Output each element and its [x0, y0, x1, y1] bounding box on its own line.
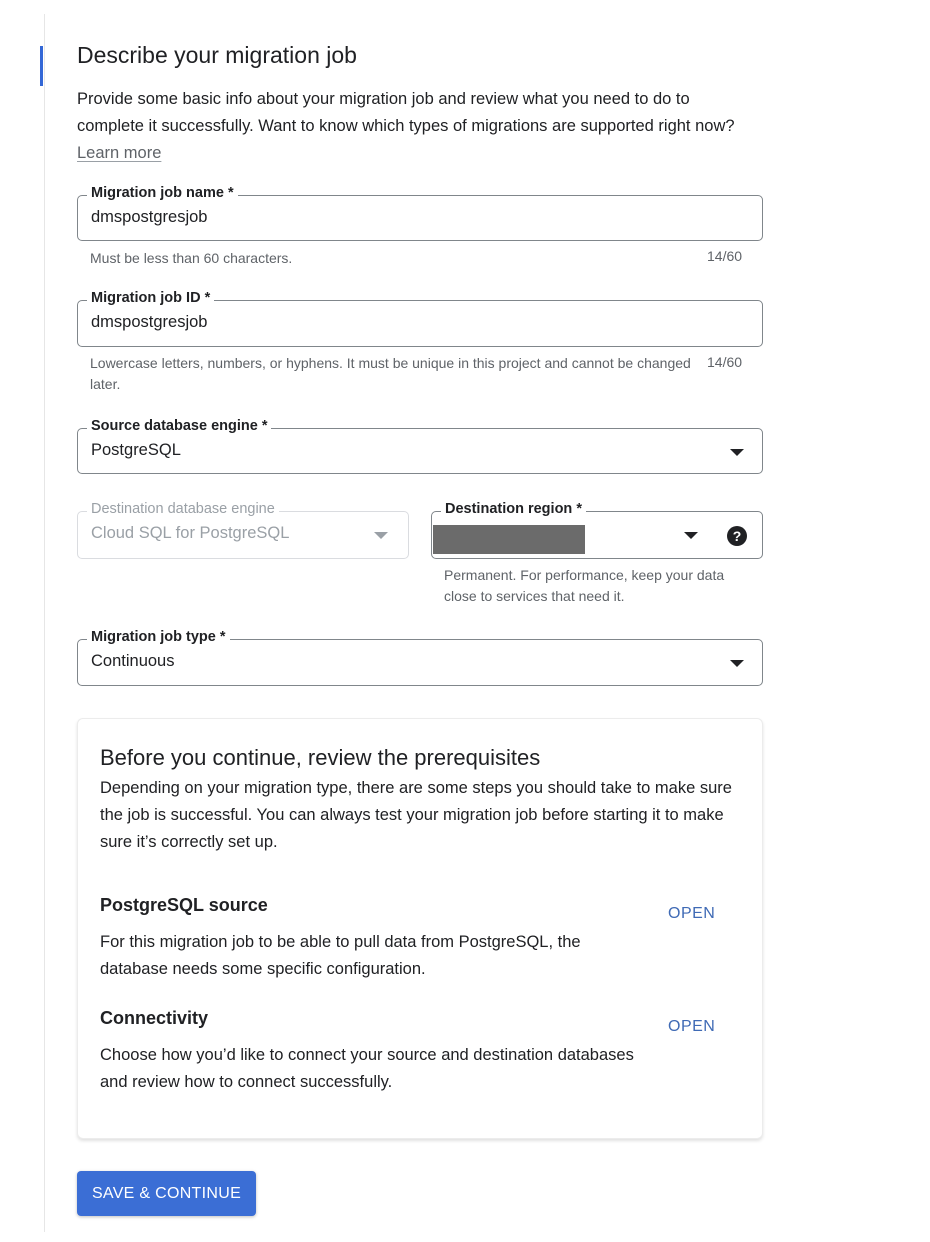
- intro-body: Provide some basic info about your migra…: [77, 90, 735, 135]
- chevron-down-icon: [684, 532, 698, 539]
- prereq-postgresql-title: PostgreSQL source: [100, 895, 268, 915]
- job-id-counter: 14/60: [707, 354, 743, 370]
- job-type-label: Migration job type *: [87, 629, 230, 645]
- job-id-field[interactable]: Migration job ID * dmspostgresjob: [77, 290, 763, 347]
- job-name-hint: Must be less than 60 characters.: [90, 250, 293, 266]
- job-id-label: Migration job ID *: [87, 290, 215, 306]
- job-name-label: Migration job name *: [87, 185, 238, 201]
- source-engine-label: Source database engine *: [87, 418, 272, 434]
- open-postgresql-button[interactable]: OPEN: [668, 905, 715, 923]
- save-continue-button[interactable]: SAVE & CONTINUE: [77, 1171, 256, 1216]
- job-id-hint: Lowercase letters, numbers, or hyphens. …: [90, 355, 691, 392]
- open-connectivity-button[interactable]: OPEN: [668, 1018, 715, 1036]
- intro-text: Provide some basic info about your migra…: [77, 86, 757, 167]
- chevron-down-icon: [730, 449, 744, 456]
- job-name-input[interactable]: dmspostgresjob: [91, 208, 207, 227]
- prereq-postgresql-description: For this migration job to be able to pul…: [100, 933, 581, 978]
- prerequisites-title: Before you continue, review the prerequi…: [100, 745, 541, 770]
- job-id-input[interactable]: dmspostgresjob: [91, 313, 207, 332]
- destination-engine-select: Destination database engine Cloud SQL fo…: [77, 501, 409, 559]
- learn-more-link[interactable]: Learn more: [77, 144, 161, 162]
- help-icon[interactable]: ?: [727, 526, 747, 546]
- stepper-rail: [44, 14, 45, 1232]
- prerequisites-card: Before you continue, review the prerequi…: [77, 718, 763, 1139]
- destination-region-hint: Permanent. For performance, keep your da…: [444, 567, 725, 604]
- active-step-marker: [40, 46, 43, 86]
- destination-engine-value: Cloud SQL for PostgreSQL: [91, 524, 290, 542]
- page-title: Describe your migration job: [77, 42, 357, 68]
- chevron-down-icon: [730, 660, 744, 667]
- chevron-down-icon: [374, 532, 388, 539]
- job-name-field[interactable]: Migration job name * dmspostgresjob: [77, 185, 763, 241]
- migration-job-form-page: Describe your migration job Provide some…: [0, 0, 930, 1242]
- destination-engine-label: Destination database engine: [87, 501, 279, 517]
- source-engine-value: PostgreSQL: [91, 441, 181, 459]
- redacted-region-value: [433, 525, 585, 554]
- source-engine-select[interactable]: Source database engine * PostgreSQL: [77, 418, 763, 474]
- prereq-connectivity-description: Choose how you’d like to connect your so…: [100, 1046, 634, 1091]
- job-type-select[interactable]: Migration job type * Continuous: [77, 629, 763, 686]
- destination-region-label: Destination region *: [441, 501, 586, 517]
- job-name-counter: 14/60: [707, 248, 743, 264]
- prerequisites-description: Depending on your migration type, there …: [100, 779, 732, 851]
- destination-region-select[interactable]: Destination region * ?: [431, 501, 763, 559]
- job-type-value: Continuous: [91, 652, 175, 670]
- prereq-connectivity-title: Connectivity: [100, 1008, 209, 1028]
